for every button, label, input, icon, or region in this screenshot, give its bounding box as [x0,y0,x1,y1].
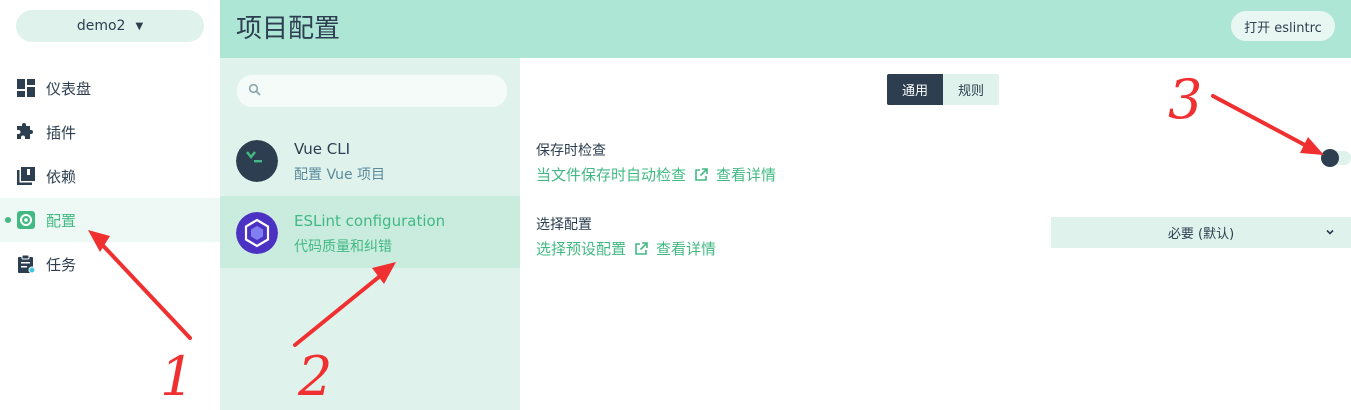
gear-icon [17,211,35,229]
puzzle-icon [17,123,33,139]
config-item-desc: 配置 Vue 项目 [294,167,386,183]
active-indicator [5,217,11,223]
tab-rules[interactable]: 规则 [943,74,999,105]
page-title: 项目配置 [236,14,341,44]
page-header: 项目配置 打开 eslintrc [220,0,1351,58]
tab-general[interactable]: 通用 [887,74,943,105]
config-item-eslint[interactable]: ESLint configuration 代码质量和纠错 [220,196,520,268]
search-input[interactable] [237,75,507,107]
config-item-desc: 代码质量和纠错 [294,239,392,255]
setting-preset-config: 选择配置 选择预设配置 查看详情 [536,214,716,259]
config-item-vue-cli[interactable]: Vue CLI 配置 Vue 项目 [220,124,520,196]
chevron-down-icon [1326,229,1334,235]
nav-item-dependencies[interactable]: 依赖 [0,154,220,198]
nav-item-dashboard[interactable]: 仪表盘 [0,66,220,110]
external-link-icon [635,241,648,255]
lint-on-save-toggle[interactable] [1321,148,1351,168]
setting-title: 保存时检查 [536,143,606,159]
nav-item-label: 插件 [46,123,77,142]
external-link-icon [695,167,708,181]
nav-item-configuration[interactable]: 配置 [0,198,220,242]
nav-item-label: 任务 [46,255,77,274]
nav-item-label: 配置 [46,211,77,230]
vue-cli-logo-icon [236,140,278,182]
nav-item-label: 依赖 [46,167,77,186]
select-value: 必要 (默认) [1167,227,1235,242]
tab-group: 通用 规则 [887,74,999,105]
dashboard-icon [17,79,35,97]
more-info-link[interactable]: 查看详情 [716,164,776,185]
caret-down-icon: ▼ [135,20,144,32]
search-icon [248,83,261,96]
config-content: 通用 规则 保存时检查 当文件保存时自动检查 查看详情 选择配置 选择预设配置 … [520,58,1351,410]
setting-lint-on-save: 保存时检查 当文件保存时自动检查 查看详情 [536,140,776,185]
eslint-logo-icon [236,212,278,254]
setting-title: 选择配置 [536,217,592,233]
more-info-link[interactable]: 查看详情 [656,238,716,259]
open-eslintrc-button[interactable]: 打开 eslintrc [1231,11,1335,41]
nav-item-plugins[interactable]: 插件 [0,110,220,154]
project-selector[interactable]: demo2 ▼ [16,10,204,42]
setting-description: 选择预设配置 [536,240,627,258]
project-name: demo2 [76,18,126,34]
config-list-panel: Vue CLI 配置 Vue 项目 ESLint configuration 代… [220,58,520,410]
toggle-knob [1321,149,1339,167]
left-nav: demo2 ▼ 仪表盘 插件 依赖 配置 任务 [0,0,220,410]
nav-item-label: 仪表盘 [46,79,92,98]
preset-config-select[interactable]: 必要 (默认) [1051,217,1351,248]
library-icon [17,167,35,185]
setting-description: 当文件保存时自动检查 [536,166,687,184]
config-item-name: Vue CLI [294,140,351,158]
nav-item-tasks[interactable]: 任务 [0,242,220,286]
clipboard-icon [18,254,36,274]
config-item-name: ESLint configuration [294,212,446,230]
